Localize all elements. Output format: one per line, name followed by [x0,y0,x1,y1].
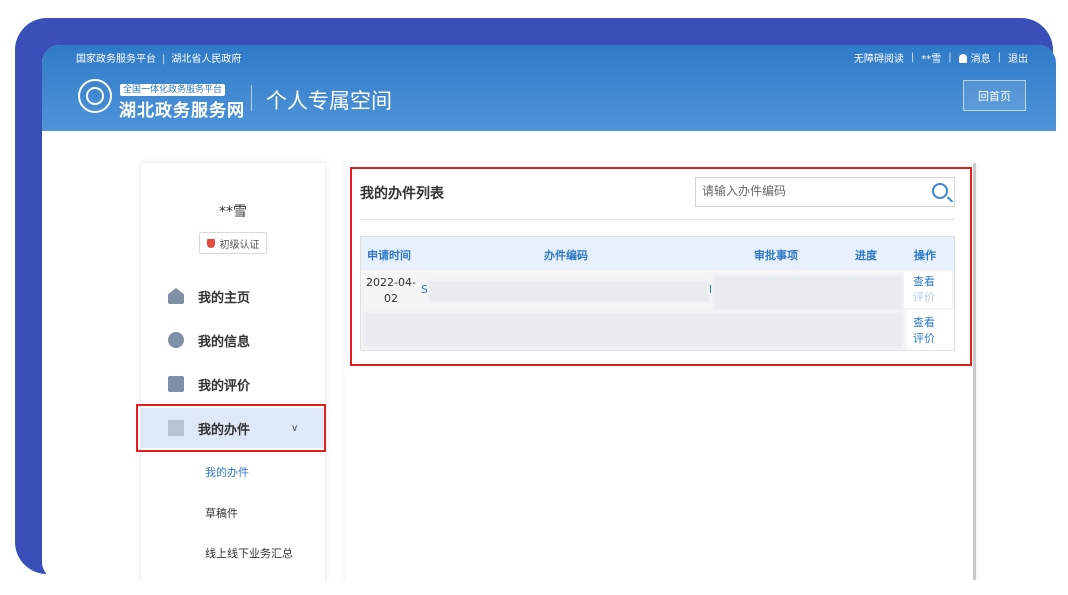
screen: 国家政务服务平台 | 湖北省人民政府 无障碍阅读 | **雪 | 消息 | 退出 全… [42,45,1056,580]
topbar-left: 国家政务服务平台 | 湖北省人民政府 [76,54,242,65]
chat-icon [168,332,184,348]
edit-icon [168,376,184,392]
national-platform-link[interactable]: 国家政务服务平台 [76,54,156,65]
page-title: 个人专属空间 [266,89,392,113]
logo-title[interactable]: 湖北政务服务网 [119,96,245,121]
sidebar-item-label: 我的评价 [198,378,251,394]
highlight-box-case-list [350,167,972,366]
device-frame: 国家政务服务平台 | 湖北省人民政府 无障碍阅读 | **雪 | 消息 | 退出 全… [15,18,1056,580]
sidebar-username: **雪 [219,204,247,220]
sidebar-subitem-my-cases[interactable]: 我的办件 [205,464,249,480]
sidebar-item-reviews[interactable]: 我的评价 [141,364,325,404]
sidebar: **雪 初级认证 我的主页 我的信息 我的评价 我的办件 ∨ 我的办件 草稿件 … [141,163,325,580]
auth-badge[interactable]: 初级认证 [199,232,267,254]
sidebar-item-label: 我的信息 [198,334,251,350]
highlight-box-my-cases [136,404,326,452]
sidebar-subitem-business-summary[interactable]: 线上线下业务汇总 [205,545,293,561]
sidebar-item-info[interactable]: 我的信息 [141,320,325,360]
logo-subtitle: 全国一体化政务服务平台 [120,84,226,96]
shield-icon [206,238,215,248]
messages-link[interactable]: 消息 [971,50,991,65]
hubei-government-link[interactable]: 湖北省人民政府 [171,54,241,65]
sidebar-subitem-drafts[interactable]: 草稿件 [205,505,238,521]
logo-emblem-icon[interactable] [78,79,112,113]
sidebar-item-home[interactable]: 我的主页 [141,276,325,316]
sidebar-item-label: 我的主页 [198,290,251,306]
auth-badge-label: 初级认证 [219,239,260,251]
site-header: 国家政务服务平台 | 湖北省人民政府 无障碍阅读 | **雪 | 消息 | 退出 全… [42,45,1056,131]
bell-icon[interactable] [958,54,967,63]
topbar-username[interactable]: **雪 [921,50,941,65]
logout-link[interactable]: 退出 [1008,50,1028,65]
topbar-right: 无障碍阅读 | **雪 | 消息 | 退出 [853,50,1028,65]
home-button[interactable]: 回首页 [963,80,1026,111]
home-icon [168,288,184,304]
accessible-reading-link[interactable]: 无障碍阅读 [854,50,904,65]
header-divider [251,85,252,111]
